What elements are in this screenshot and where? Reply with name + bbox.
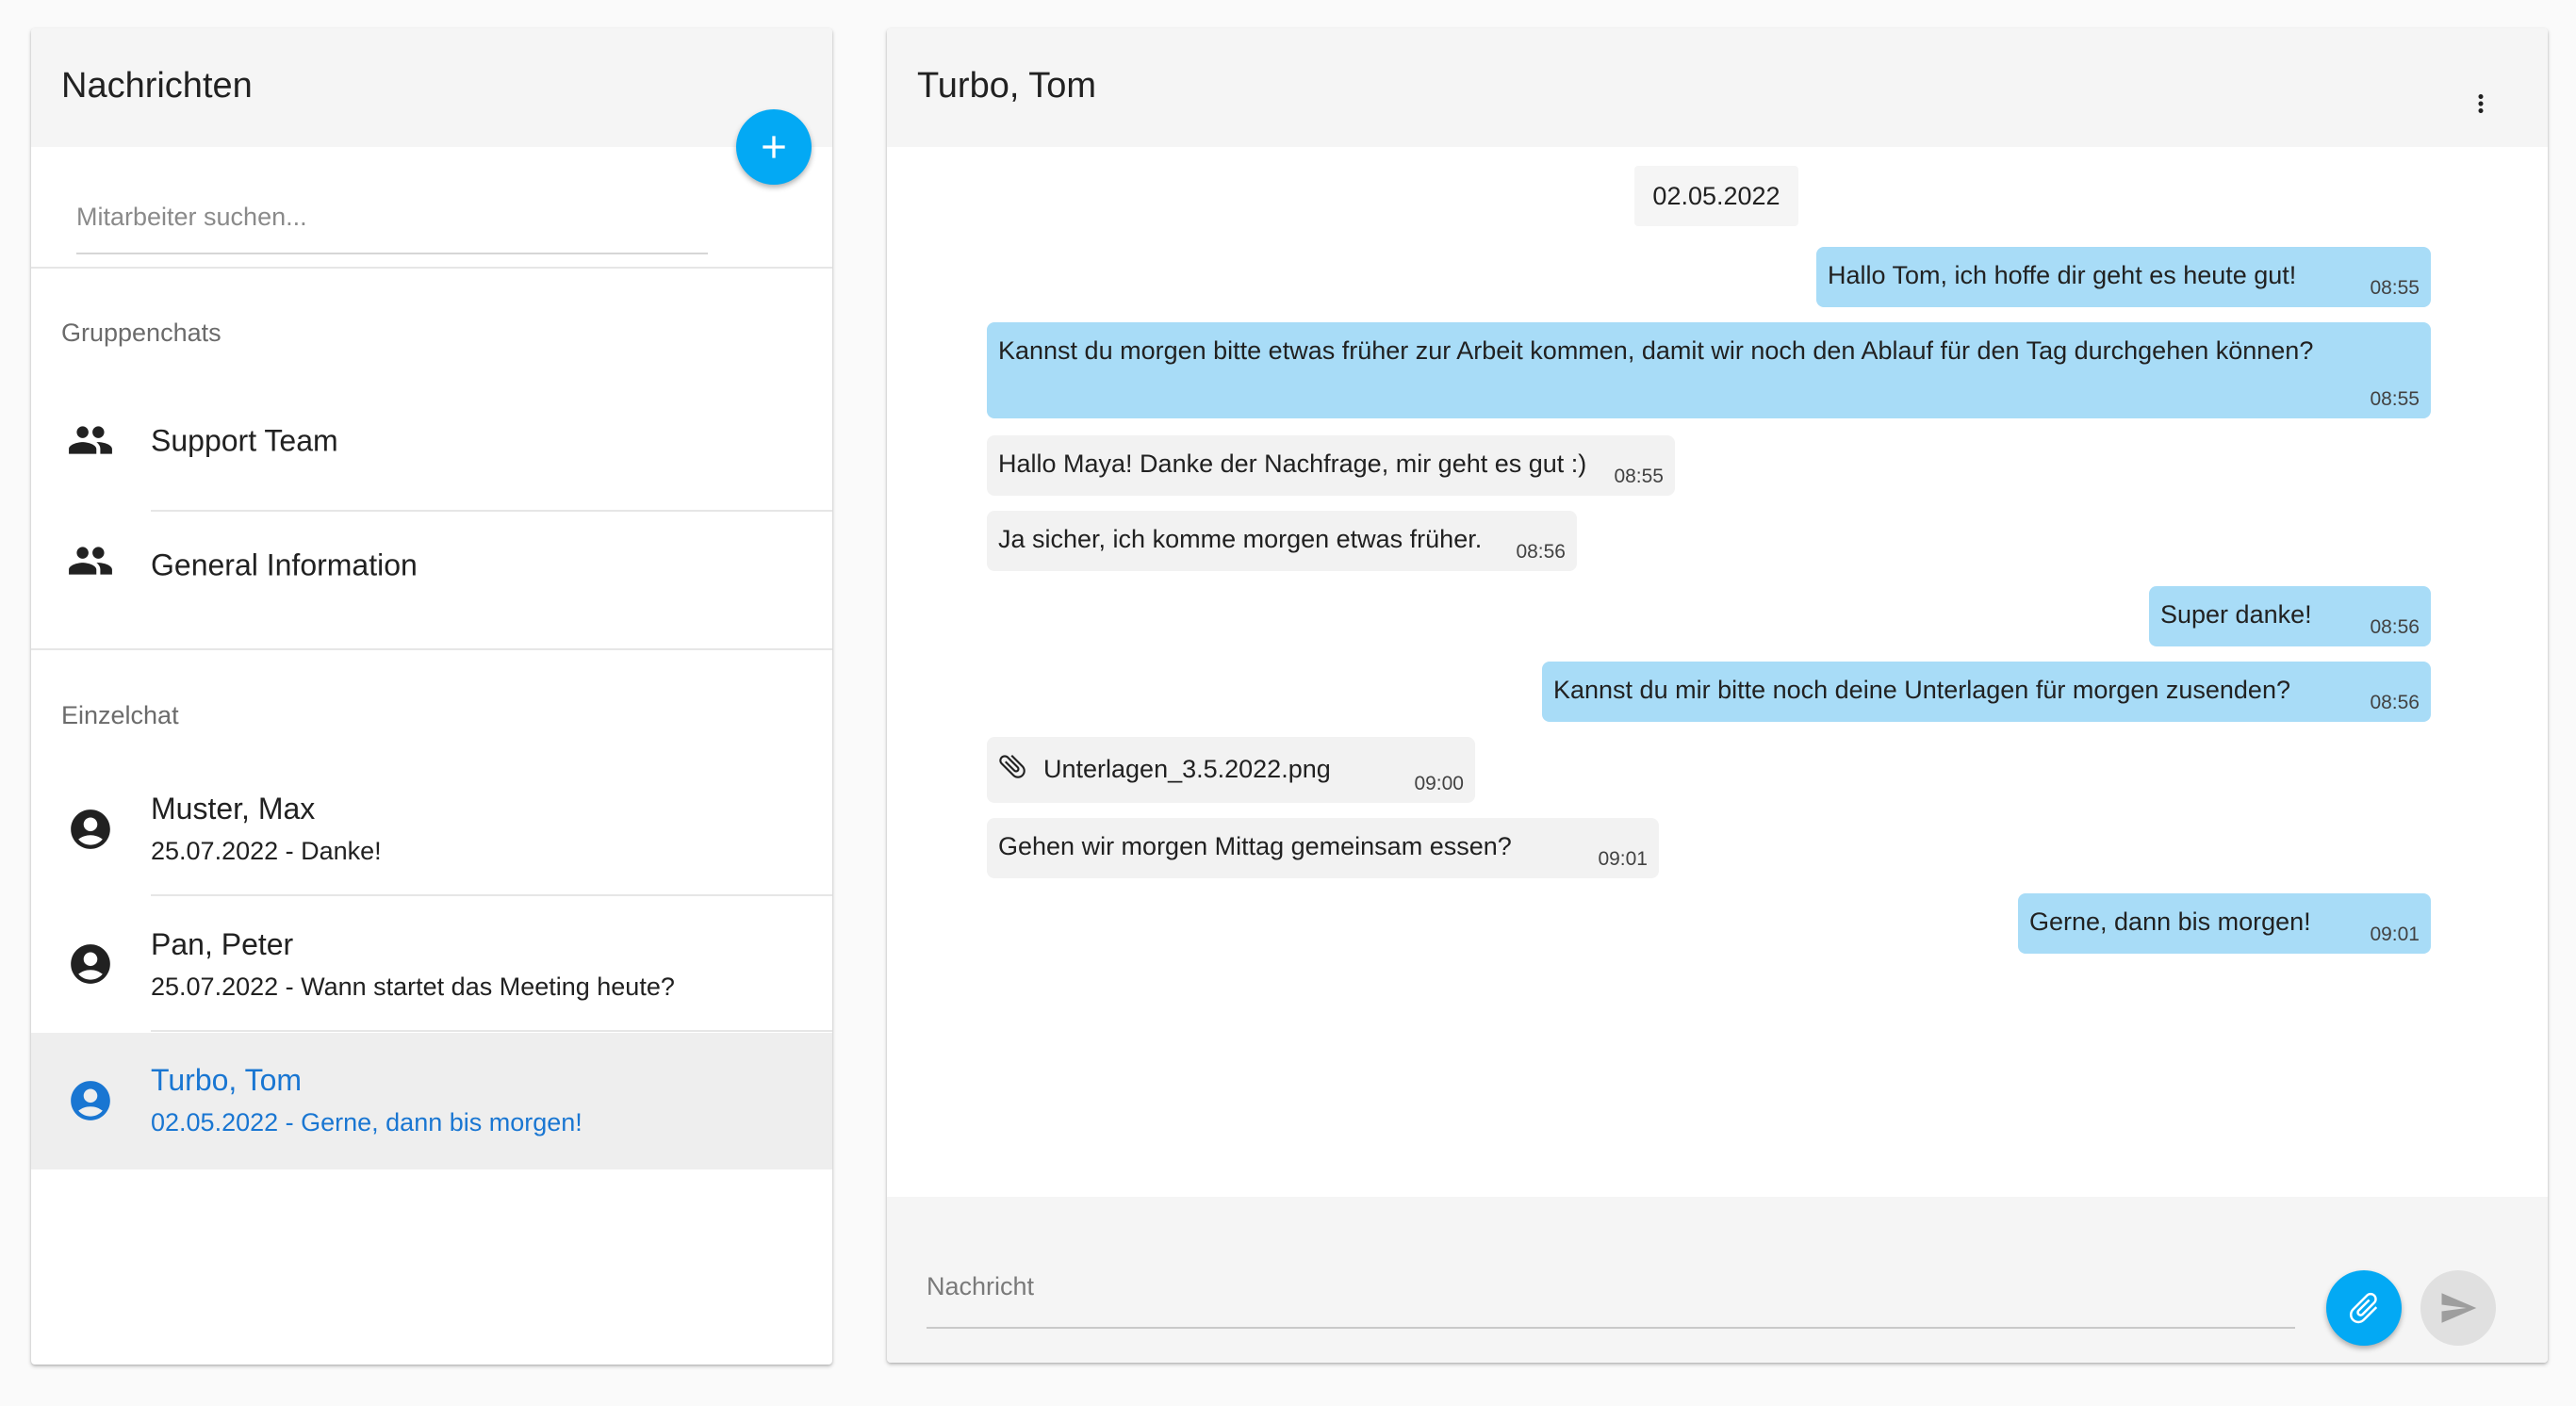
group-chats-label: Gruppenchats xyxy=(61,319,222,347)
divider xyxy=(31,648,832,650)
account-circle-icon xyxy=(71,1081,110,1120)
contact-name: Pan, Peter xyxy=(151,927,294,961)
group-chat-name: Support Team xyxy=(151,423,338,458)
send-icon xyxy=(2441,1293,2477,1323)
chat-panel: Turbo, Tom 02.05.2022 Hallo Tom, ich hof… xyxy=(887,28,2548,1363)
message-time: 08:55 xyxy=(1614,466,1664,487)
message-time: 09:01 xyxy=(2370,924,2420,945)
message-time: 08:55 xyxy=(2370,388,2420,410)
attach-file-button[interactable] xyxy=(2326,1270,2402,1346)
message-text: Hallo Tom, ich hoffe dir geht es heute g… xyxy=(1828,261,2297,289)
chat-title: Turbo, Tom xyxy=(917,66,1097,106)
chat-header: Turbo, Tom xyxy=(887,28,2548,147)
account-circle-icon xyxy=(71,944,110,984)
message-time: 09:01 xyxy=(1598,848,1648,870)
divider xyxy=(151,894,832,896)
group-chat-general-information[interactable]: General Information xyxy=(31,513,832,618)
panel-title: Nachrichten xyxy=(61,66,253,106)
message-text: Hallo Maya! Danke der Nachfrage, mir geh… xyxy=(998,450,1587,478)
account-circle-icon xyxy=(71,809,110,849)
message-outgoing: Super danke! 08:56 xyxy=(2149,586,2431,646)
conversation-list-panel: Nachrichten Gruppenchats Support Team Ge… xyxy=(31,28,832,1365)
message-time: 08:56 xyxy=(1516,541,1566,563)
divider xyxy=(151,510,832,512)
messenger-app: Nachrichten Gruppenchats Support Team Ge… xyxy=(0,0,2576,1406)
group-chat-support-team[interactable]: Support Team xyxy=(31,388,832,494)
plus-icon xyxy=(763,136,785,158)
message-outgoing: Kannst du mir bitte noch deine Unterlage… xyxy=(1542,662,2431,722)
group-icon xyxy=(69,426,112,454)
single-chats-label: Einzelchat xyxy=(61,701,179,729)
employee-search-input[interactable] xyxy=(76,188,708,245)
more-options-button[interactable] xyxy=(2467,87,2495,121)
conversation-list-header: Nachrichten xyxy=(31,28,832,147)
message-attachment[interactable]: Unterlagen_3.5.2022.png 09:00 xyxy=(987,737,1475,803)
message-incoming: Gehen wir morgen Mittag gemeinsam essen?… xyxy=(987,818,1659,878)
contact-last-message: 25.07.2022 - Danke! xyxy=(151,837,382,865)
message-incoming: Ja sicher, ich komme morgen etwas früher… xyxy=(987,511,1577,571)
message-outgoing: Hallo Tom, ich hoffe dir geht es heute g… xyxy=(1816,247,2431,307)
message-time: 08:56 xyxy=(2370,692,2420,713)
contact-turbo-tom[interactable]: Turbo, Tom 02.05.2022 - Gerne, dann bis … xyxy=(31,1033,832,1169)
more-vert-icon xyxy=(2478,94,2484,113)
message-text: Kannst du mir bitte noch deine Unterlage… xyxy=(1553,676,2290,704)
message-text: Gehen wir morgen Mittag gemeinsam essen? xyxy=(998,832,1512,860)
employee-search xyxy=(76,188,708,254)
contact-name: Turbo, Tom xyxy=(151,1063,303,1097)
message-text: Gerne, dann bis morgen! xyxy=(2029,907,2311,936)
message-incoming: Hallo Maya! Danke der Nachfrage, mir geh… xyxy=(987,435,1675,496)
message-field xyxy=(927,1253,2295,1329)
divider xyxy=(151,1030,832,1032)
contact-last-message: 02.05.2022 - Gerne, dann bis morgen! xyxy=(151,1108,582,1136)
group-chat-name: General Information xyxy=(151,548,418,582)
message-time: 09:00 xyxy=(1414,773,1464,794)
message-outgoing: Kannst du morgen bitte etwas früher zur … xyxy=(987,322,2431,418)
message-text: Super danke! xyxy=(2160,600,2312,629)
date-separator: 02.05.2022 xyxy=(1634,166,1798,226)
message-time: 08:55 xyxy=(2370,277,2420,299)
contact-last-message: 25.07.2022 - Wann startet das Meeting he… xyxy=(151,973,675,1001)
divider xyxy=(31,267,832,269)
message-composer xyxy=(887,1197,2548,1363)
paperclip-icon xyxy=(999,754,1025,778)
message-outgoing: Gerne, dann bis morgen! 09:01 xyxy=(2018,893,2431,954)
message-time: 08:56 xyxy=(2370,616,2420,638)
message-text: Kannst du morgen bitte etwas früher zur … xyxy=(998,336,2314,365)
message-input[interactable] xyxy=(927,1253,2295,1319)
contact-name: Muster, Max xyxy=(151,792,316,826)
attachment-filename: Unterlagen_3.5.2022.png xyxy=(1043,755,1331,783)
group-icon xyxy=(69,547,112,575)
contact-muster-max[interactable]: Muster, Max 25.07.2022 - Danke! xyxy=(31,763,832,895)
new-chat-button[interactable] xyxy=(736,109,812,185)
send-button[interactable] xyxy=(2420,1270,2496,1346)
message-text: Ja sicher, ich komme morgen etwas früher… xyxy=(998,525,1483,553)
paperclip-icon xyxy=(2349,1292,2378,1324)
contact-pan-peter[interactable]: Pan, Peter 25.07.2022 - Wann startet das… xyxy=(31,897,832,1029)
